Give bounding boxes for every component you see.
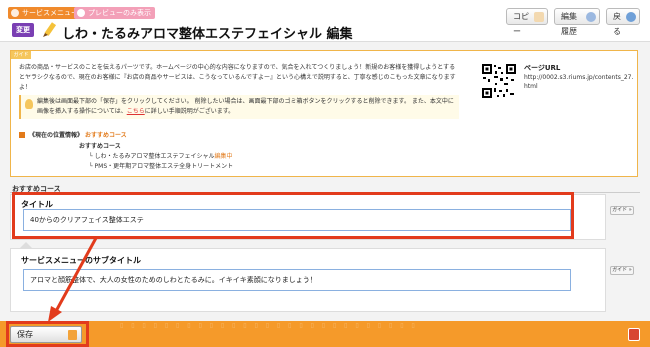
toolbar-ghost: ▯ ▯ ▯ ▯ ▯ ▯ ▯ ▯ ▯ ▯ ▯ ▯ ▯ ▯ ▯ ▯ ▯ ▯ ▯ ▯ … — [120, 322, 418, 329]
red-arrow-icon — [48, 237, 98, 322]
trash-icon[interactable] — [628, 328, 640, 341]
bottom-toolbar: ▯ ▯ ▯ ▯ ▯ ▯ ▯ ▯ ▯ ▯ ▯ ▯ ▯ ▯ ▯ ▯ ▯ ▯ ▯ ▯ … — [0, 321, 650, 347]
save-highlight — [6, 321, 89, 347]
